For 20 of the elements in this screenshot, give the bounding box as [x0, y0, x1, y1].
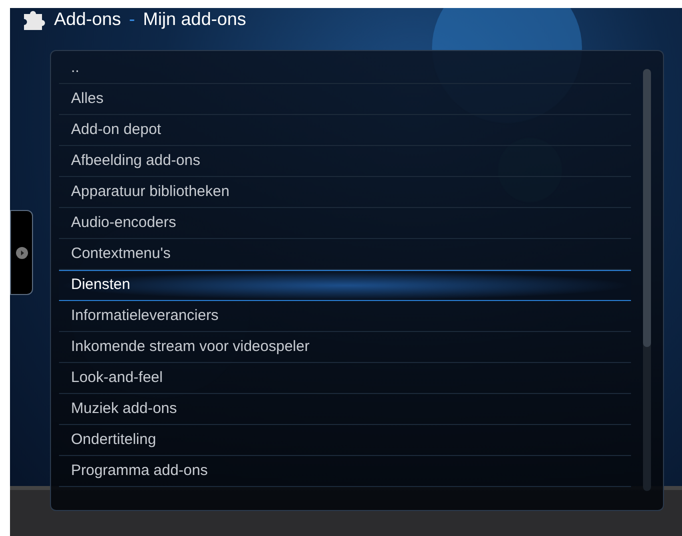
list-item[interactable]: Programma add-ons — [59, 456, 631, 487]
list-item[interactable]: Add-on depot — [59, 115, 631, 146]
scrollbar[interactable] — [643, 69, 651, 491]
list-item[interactable]: Apparatuur bibliotheken — [59, 177, 631, 208]
list-item[interactable]: Muziek add-ons — [59, 394, 631, 425]
header-subtitle: Mijn add-ons — [143, 8, 246, 31]
header-separator: - — [129, 8, 136, 31]
puzzle-icon — [22, 10, 46, 30]
list-item[interactable]: Audio-encoders — [59, 208, 631, 239]
list-item[interactable]: Look-and-feel — [59, 363, 631, 394]
header-title: Add-ons — [54, 8, 122, 31]
list-item[interactable]: Afbeelding add-ons — [59, 146, 631, 177]
list-item[interactable]: .. — [59, 53, 631, 84]
scrollbar-thumb[interactable] — [643, 69, 651, 347]
list-item[interactable]: Informatieleveranciers — [59, 301, 631, 332]
list-item[interactable]: Alles — [59, 84, 631, 115]
list-item[interactable]: Inkomende stream voor videospeler — [59, 332, 631, 363]
list-item[interactable]: Diensten — [59, 270, 631, 301]
side-tab[interactable] — [10, 210, 33, 295]
list-item[interactable]: Ondertiteling — [59, 425, 631, 456]
